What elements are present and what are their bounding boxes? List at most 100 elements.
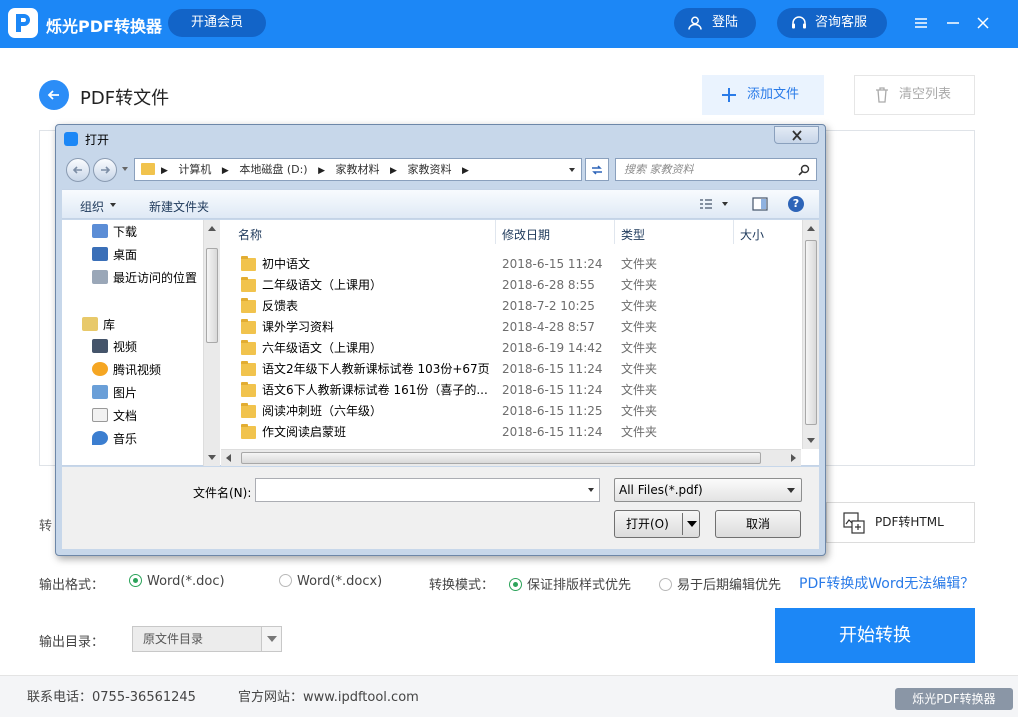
nav-pane-scrollbar[interactable] — [203, 220, 220, 466]
output-directory-select[interactable]: 原文件目录 — [132, 626, 282, 652]
breadcrumb-item[interactable]: 家教材料 — [336, 163, 380, 176]
preview-pane-icon[interactable] — [752, 197, 768, 211]
nav-item-documents[interactable]: 文档 — [92, 406, 137, 426]
login-button[interactable]: 登陆 — [674, 8, 756, 38]
column-date[interactable]: 修改日期 — [502, 226, 550, 244]
scroll-thumb[interactable] — [206, 248, 218, 343]
nav-item-tencent-video[interactable]: 腾讯视频 — [92, 360, 161, 380]
file-row[interactable]: 二年级语文（上课用） 2018-6-28 8:55 文件夹 — [221, 275, 791, 296]
file-type-select[interactable]: All Files(*.pdf) — [614, 478, 802, 502]
music-icon — [92, 431, 108, 445]
column-divider[interactable] — [495, 220, 496, 244]
mode-layout-radio[interactable]: 保证排版样式优先 — [509, 574, 632, 593]
close-icon[interactable] — [974, 14, 992, 32]
dialog-back-button[interactable] — [66, 158, 90, 182]
clear-list-button[interactable]: 清空列表 — [854, 75, 975, 115]
column-divider[interactable] — [733, 220, 734, 244]
page-title: PDF转文件 — [80, 88, 170, 109]
open-button[interactable]: 打开(O) — [614, 510, 700, 538]
open-file-dialog: 打开 ▶ 计算机 ▶ 本地磁盘 (D:) ▶ 家教材料 ▶ 家教资料 ▶ 搜索 … — [55, 124, 826, 556]
file-list-hscrollbar[interactable] — [221, 449, 801, 466]
nav-item-desktop[interactable]: 桌面 — [92, 245, 137, 265]
file-row[interactable]: 初中语文 2018-6-15 11:24 文件夹 — [221, 254, 791, 275]
breadcrumb-item[interactable]: 计算机 — [178, 163, 211, 176]
format-docx-radio[interactable]: Word(*.docx) — [279, 574, 382, 592]
address-bar[interactable]: ▶ 计算机 ▶ 本地磁盘 (D:) ▶ 家教材料 ▶ 家教资料 ▶ — [134, 158, 582, 181]
file-type: 文件夹 — [621, 278, 658, 292]
nav-item-label: 视频 — [113, 340, 138, 354]
refresh-button[interactable] — [585, 158, 609, 181]
recent-locations-dropdown[interactable] — [122, 167, 128, 171]
nav-item-pictures[interactable]: 图片 — [92, 383, 137, 403]
scroll-right-icon[interactable] — [791, 454, 796, 462]
minimize-icon[interactable] — [944, 14, 962, 32]
back-button[interactable] — [39, 80, 69, 110]
file-row[interactable]: 语文2年级下人教新课标试卷 103份+67页 2018-6-15 11:24 文… — [221, 359, 791, 380]
chevron-down-icon[interactable] — [687, 521, 697, 527]
dialog-close-button[interactable] — [774, 126, 819, 144]
dialog-forward-button[interactable] — [93, 158, 117, 182]
output-directory-value: 原文件目录 — [143, 632, 204, 646]
menu-icon[interactable] — [912, 14, 930, 32]
official-website[interactable]: 官方网站：www.ipdftool.com — [238, 686, 419, 705]
nav-item-recent[interactable]: 最近访问的位置 — [92, 268, 197, 288]
dialog-title: 打开 — [85, 133, 110, 147]
nav-item-library[interactable]: 库 — [82, 315, 115, 335]
plus-icon — [722, 88, 736, 102]
mode-edit-label: 易于后期编辑优先 — [677, 578, 782, 593]
breadcrumb-item[interactable]: 本地磁盘 (D:) — [239, 163, 307, 176]
file-row[interactable]: 语文6下人教新课标试卷 161份（喜子的... 2018-6-15 11:24 … — [221, 380, 791, 401]
add-file-button[interactable]: 添加文件 — [702, 75, 824, 115]
mode-edit-radio[interactable]: 易于后期编辑优先 — [659, 574, 782, 593]
scroll-thumb[interactable] — [805, 240, 817, 425]
file-date: 2018-7-2 10:25 — [502, 299, 595, 313]
start-convert-button[interactable]: 开始转换 — [775, 608, 975, 663]
format-doc-radio-dot — [129, 574, 142, 587]
file-row[interactable]: 课外学习资料 2018-4-28 8:57 文件夹 — [221, 317, 791, 338]
breadcrumb-separator-icon[interactable]: ▶ — [318, 166, 325, 176]
filename-input[interactable] — [255, 478, 600, 502]
scroll-up-icon[interactable] — [807, 226, 815, 231]
file-row[interactable]: 阅读冲刺班（六年级） 2018-6-15 11:25 文件夹 — [221, 401, 791, 422]
file-list-scrollbar[interactable] — [802, 220, 819, 449]
file-row[interactable]: 六年级语文（上课用） 2018-6-19 14:42 文件夹 — [221, 338, 791, 359]
folder-icon — [241, 424, 256, 439]
nav-item-downloads[interactable]: 下载 — [92, 222, 137, 242]
column-divider[interactable] — [614, 220, 615, 244]
scroll-down-icon[interactable] — [807, 438, 815, 443]
cancel-button[interactable]: 取消 — [715, 510, 801, 538]
breadcrumb-separator-icon[interactable]: ▶ — [462, 166, 469, 176]
new-folder-button[interactable]: 新建文件夹 — [149, 198, 209, 215]
address-dropdown-icon[interactable] — [563, 159, 581, 180]
help-icon[interactable]: ? — [788, 196, 804, 212]
breadcrumb-separator-icon[interactable]: ▶ — [390, 166, 397, 176]
word-edit-help-link[interactable]: PDF转换成Word无法编辑？ — [799, 573, 974, 593]
app-title: 烁光PDF转换器 — [46, 17, 162, 36]
scroll-left-icon[interactable] — [226, 454, 231, 462]
breadcrumb-separator-icon[interactable]: ▶ — [222, 166, 229, 176]
view-options-icon[interactable] — [698, 197, 730, 211]
customer-service-button[interactable]: 咨询客服 — [777, 8, 887, 38]
format-doc-radio[interactable]: Word(*.doc) — [129, 574, 225, 592]
file-name: 六年级语文（上课用） — [262, 341, 383, 355]
scroll-up-icon[interactable] — [208, 226, 216, 231]
column-type[interactable]: 类型 — [621, 226, 645, 244]
scroll-thumb[interactable] — [241, 452, 761, 464]
folder-icon — [241, 256, 256, 271]
file-name: 初中语文 — [262, 257, 311, 271]
vip-button[interactable]: 开通会员 — [168, 9, 266, 37]
organize-menu[interactable]: 组织 — [80, 198, 117, 215]
scroll-down-icon[interactable] — [208, 455, 216, 460]
search-input[interactable]: 搜索 家教资料 — [615, 158, 817, 181]
column-size[interactable]: 大小 — [740, 226, 764, 244]
breadcrumb-item[interactable]: 家教资料 — [407, 163, 451, 176]
file-row[interactable]: 反馈表 2018-7-2 10:25 文件夹 — [221, 296, 791, 317]
tencent-video-icon — [92, 362, 108, 376]
pdf-to-html-button[interactable]: PDF转HTML — [826, 502, 975, 543]
filename-label: 文件名(N): — [193, 486, 252, 500]
mode-layout-label: 保证排版样式优先 — [527, 578, 632, 593]
file-row[interactable]: 作文阅读启蒙班 2018-6-15 11:24 文件夹 — [221, 422, 791, 443]
column-name[interactable]: 名称 — [238, 226, 262, 244]
nav-item-music[interactable]: 音乐 — [92, 429, 137, 449]
nav-item-videos[interactable]: 视频 — [92, 337, 137, 357]
